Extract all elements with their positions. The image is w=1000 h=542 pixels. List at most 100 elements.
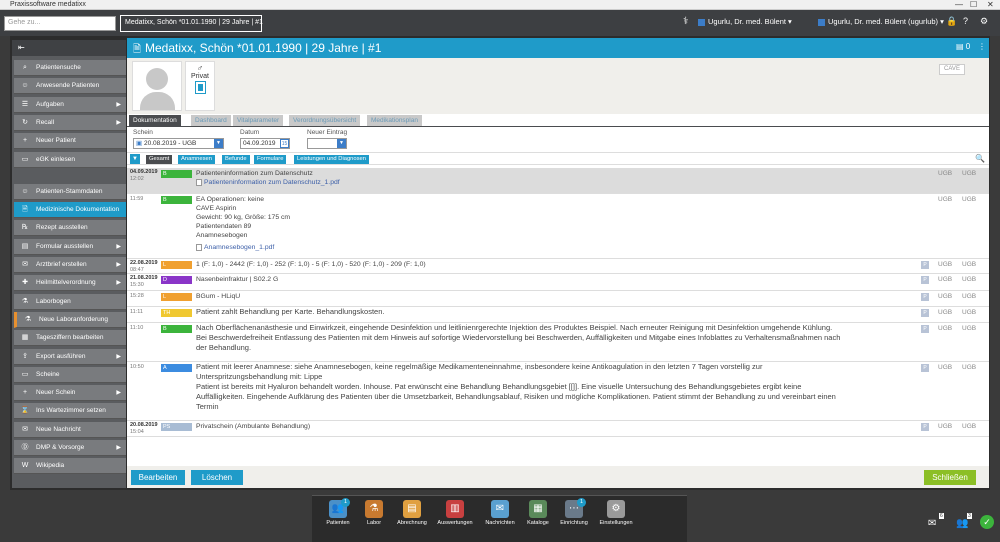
sidebar-item-rezept-ausstellen[interactable]: ℞ Rezept ausstellen (14, 220, 126, 237)
taskbar-labor[interactable]: ⚗ Labor (354, 500, 394, 526)
more-icon[interactable]: ⋮ (978, 42, 986, 51)
doctor-select[interactable]: Ugurlu, Dr. med. Bülent ▾ (698, 17, 792, 26)
entry-doctor-code: UGB (962, 196, 977, 203)
lock-icon[interactable]: 🔒 (946, 16, 957, 27)
tab-dokumentation[interactable]: Dokumentation (129, 115, 182, 126)
status-ok-icon[interactable]: ✓ (980, 515, 994, 529)
delete-button[interactable]: Löschen (191, 470, 243, 485)
filter-befunde-button[interactable]: Befunde (222, 155, 250, 164)
avatar[interactable] (132, 61, 182, 111)
sidebar-item-anwesende-patienten[interactable]: ☺ Anwesende Patienten (14, 78, 126, 95)
taskbar-patienten[interactable]: 👥 1 Patienten (318, 498, 358, 526)
tab-medikationsplan[interactable]: Medikationsplan (367, 115, 423, 126)
sidebar-item-patienten-stammdaten[interactable]: ☺ Patienten-Stammdaten (14, 183, 126, 200)
taskbar-auswertungen[interactable]: ▥ Auswertungen (435, 500, 475, 526)
list-item[interactable]: 22.08.2019 08:47 L 1 (F: 1,0) - 2442 (F: 1,… (127, 259, 989, 274)
sidebar: ⇤ ⌕ Patientensuche ☺ Anwesende Patienten ☰ Au… (12, 40, 126, 488)
settings-gear-icon: ⚙ (607, 500, 625, 518)
filter-formulare-button[interactable]: Formulare (254, 155, 287, 164)
sidebar-item-patientensuche[interactable]: ⌕ Patientensuche (14, 60, 126, 76)
sidebar-item-dmp-vorsorge[interactable]: Ⓓ DMP & Vorsorge ▶ (14, 440, 126, 456)
sidebar-item-label: Patienten-Stammdaten (36, 187, 103, 195)
sidebar-item-aufgaben[interactable]: ☰ Aufgaben ▶ (14, 96, 126, 113)
list-item[interactable]: 21.08.2019 15:30 D Nasenbeinfraktur | S02.2… (127, 274, 989, 291)
sidebar-item-neue-laboranforderung[interactable]: ⚗ Neue Laboranforderung (14, 311, 126, 328)
clipboard-icon[interactable]: ▤ 0 (956, 42, 970, 51)
goto-search-input[interactable]: Gehe zu... (4, 16, 116, 31)
minimize-button[interactable]: — (955, 0, 963, 10)
tab-vitalparameter[interactable]: Vitalparameter (233, 115, 285, 126)
sidebar-item-recall[interactable]: ↻ Recall ▶ (14, 114, 126, 131)
chevron-right-icon: ▶ (116, 445, 121, 451)
stethoscope-icon[interactable]: ⚕ (683, 16, 688, 27)
list-item[interactable]: 04.09.2019 12:02 B Patienteninformation zum… (127, 168, 989, 194)
close-button[interactable]: Schließen (924, 470, 976, 485)
entry-doctor-code: UGB (962, 364, 977, 371)
top-bar: Gehe zu... Medatixx, Schön *01.01.1990 |… (0, 10, 1000, 36)
entry-date: 20.08.2019 (130, 422, 158, 428)
sidebar-item-wikipedia[interactable]: W Wikipedia (14, 458, 126, 475)
new-patient-icon: + (22, 137, 28, 145)
list-item[interactable]: 11:10 B Nach Oberflächenanästhesie und Ein… (127, 323, 989, 362)
filter-gesamt-button[interactable]: Gesamt (146, 155, 173, 164)
pdf-icon (196, 243, 202, 251)
schein-value: 20.08.2019 - UGB (143, 140, 197, 147)
filter-leistungen-und-diagnosen-button[interactable]: Leistungen und Diagnosen (294, 155, 369, 164)
lab-request-icon: ⚗ (24, 315, 32, 323)
sidebar-item-neuer-patient[interactable]: + Neuer Patient (14, 133, 126, 150)
datum-input[interactable]: 04.09.2019 15 (240, 138, 290, 149)
patient-context-box[interactable]: Medatixx, Schön *01.01.1990 | 29 Jahre |… (120, 15, 263, 32)
pdf-attachment-link[interactable]: Patienteninformation zum Datenschutz_1.p… (196, 178, 941, 187)
new-entry-select[interactable]: ▼ (307, 138, 347, 149)
schein-select[interactable]: ▣ 20.08.2019 - UGB ▼ (133, 138, 224, 149)
filter-icon[interactable]: ▼ (130, 154, 140, 164)
help-icon[interactable]: ? (963, 16, 968, 26)
sidebar-item-export-ausfuhren[interactable]: ⇪ Export ausführen ▶ (14, 348, 126, 365)
calendar-icon[interactable]: 15 (280, 139, 289, 148)
list-item[interactable]: 20.08.2019 15:04 PS Privatschein (Ambulante… (127, 421, 989, 437)
tab-verordnungsubersicht[interactable]: Verordnungsübersicht (289, 115, 362, 126)
tab-dashboard[interactable]: Dashboard (191, 115, 232, 126)
user-select[interactable]: Ugurlu, Dr. med. Bülent (ugurlub) ▾ (818, 17, 944, 26)
taskbar-einstellungen[interactable]: ⚙ Einstellungen (596, 500, 636, 526)
pdf-attachment-link[interactable]: Anamnesebogen_1.pdf (196, 243, 941, 252)
taskbar-nachrichten[interactable]: ✉ Nachrichten (480, 500, 520, 526)
notification-badge: 1 (577, 498, 586, 507)
taskbar-abrechnung[interactable]: ▤ Abrechnung (392, 500, 432, 526)
list-item[interactable]: 15:28 L BGum - HLiqU P UGB UGB (127, 291, 989, 307)
document-icon: 🗎 (133, 44, 142, 55)
entry-line: Auffälligkeiten. Eingehende Aufklärung d… (196, 392, 836, 401)
cave-button[interactable]: CAVE (939, 64, 965, 75)
sidebar-item-scheine[interactable]: ▭ Scheine (14, 366, 126, 383)
sidebar-item-label: Neuer Schein (36, 389, 76, 397)
sidebar-item-laborbogen[interactable]: ⚗ Laborbogen (14, 293, 126, 310)
search-icon[interactable]: 🔍 (975, 154, 985, 163)
taskbar-einrichtung[interactable]: ⋯ 1 Einrichtung (554, 498, 594, 526)
day-codes-icon: ▦ (21, 334, 29, 342)
filter-anamnesen-button[interactable]: Anamnesen (178, 155, 215, 164)
list-item[interactable]: 11:11 TH Patient zahlt Behandlung per Kart… (127, 307, 989, 323)
settings-icon[interactable]: ⚙ (980, 16, 988, 27)
sidebar-item-arztbrief-erstellen[interactable]: ✉ Arztbrief erstellen ▶ (14, 257, 126, 273)
pdf-filename: Anamnesebogen_1.pdf (204, 244, 275, 251)
sidebar-item-egk-einlesen[interactable]: ▭ eGK einlesen (14, 151, 126, 168)
sidebar-item-medizinische-dokumentation[interactable]: 🗎 Medizinische Dokumentation (14, 202, 126, 219)
main-content: ♂ Privat CAVE Dokumentation Dashboard Vita… (127, 58, 989, 488)
taskbar-kataloge[interactable]: ▦ Kataloge (518, 500, 558, 526)
users-icon[interactable]: 👥 (956, 518, 968, 529)
insurance-box[interactable]: ♂ Privat (185, 61, 215, 111)
edit-button[interactable]: Bearbeiten (131, 470, 185, 485)
sidebar-item-tagesziffern-bearbeiten[interactable]: ▦ Tagesziffern bearbeiten (14, 330, 126, 347)
sidebar-item-neuer-schein[interactable]: + Neuer Schein ▶ (14, 385, 126, 402)
sidebar-item-heilmittelverordnung[interactable]: ✚ Heilmittelverordnung ▶ (14, 275, 126, 292)
sidebar-item-neue-nachricht[interactable]: ✉ Neue Nachricht (14, 421, 126, 438)
list-item[interactable]: 10:50 A Patient mit leerer Anamnese: siehe… (127, 362, 989, 421)
list-item[interactable]: 11:59 B EA Operationen: keine CAVE Aspirin G… (127, 194, 989, 259)
close-window-button[interactable]: ✕ (987, 0, 994, 10)
mail-icon[interactable]: ✉ (928, 518, 936, 529)
maximize-button[interactable]: ☐ (970, 0, 977, 10)
sidebar-collapse-button[interactable]: ⇤ (12, 40, 126, 56)
sidebar-item-formular-ausstellen[interactable]: ▤ Formular ausstellen ▶ (14, 238, 126, 255)
sidebar-item-ins-wartezimmer-setzen[interactable]: ⌛ Ins Wartezimmer setzen (14, 403, 126, 420)
entry-line: Nach Oberflächenanästhesie und Einwirkze… (196, 323, 833, 332)
